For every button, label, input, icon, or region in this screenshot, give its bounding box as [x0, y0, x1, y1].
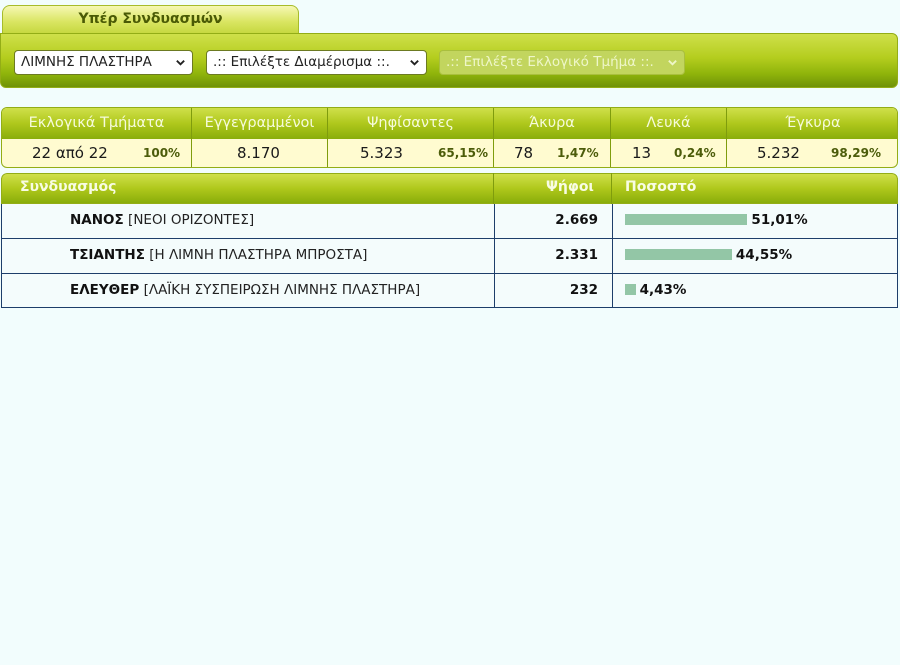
district-select[interactable]: .:: Επιλέξτε Διαμέρισμα ::.	[206, 50, 427, 75]
percent-bar	[625, 214, 748, 225]
party-votes: 2.669	[555, 212, 598, 228]
stats-blank-cell: 13 0,24%	[611, 139, 727, 167]
stats-header-stations: Εκλογικά Τμήματα	[2, 108, 192, 139]
turnout-stats-table: Εκλογικά Τμήματα Εγγεγραμμένοι Ψηφίσαντε…	[1, 107, 898, 168]
tab-party-results[interactable]: Υπέρ Συνδυασμών	[2, 5, 299, 35]
results-header-votes: Ψήφοι	[546, 179, 594, 195]
stats-stations-pct: 100%	[143, 146, 181, 160]
stats-valid-cell: 5.232 98,29%	[727, 139, 897, 167]
table-row: ΕΛΕΥΘΕΡ [ΛΑΪΚΗ ΣΥΣΠΕΙΡΩΣΗ ΛΙΜΝΗΣ ΠΛΑΣΤΗΡ…	[1, 274, 898, 308]
municipality-select[interactable]: ΛΙΜΝΗΣ ΠΛΑΣΤΗΡΑ	[14, 50, 193, 75]
polling-station-select-value: .:: Επιλέξτε Εκλογικό Τμήμα ::.	[446, 54, 654, 70]
party-label: [Η ΛΙΜΝΗ ΠΛΑΣΤΗΡΑ ΜΠΡΟΣΤΑ]	[149, 247, 368, 263]
chevron-down-icon	[410, 60, 419, 66]
stats-blank-value: 13	[632, 144, 652, 162]
party-name: ΕΛΕΥΘΕΡ [ΛΑΪΚΗ ΣΥΣΠΕΙΡΩΣΗ ΛΙΜΝΗΣ ΠΛΑΣΤΗΡ…	[70, 274, 420, 307]
party-name: ΝΑΝΟΣ [ΝΕΟΙ ΟΡΙΖΟΝΤΕΣ]	[70, 204, 254, 237]
results-header-row	[1, 173, 898, 204]
stats-voted-value: 5.323	[360, 144, 403, 162]
party-percent: 44,55%	[735, 247, 793, 263]
polling-station-select[interactable]: .:: Επιλέξτε Εκλογικό Τμήμα ::.	[439, 50, 685, 75]
party-leader: ΝΑΝΟΣ	[70, 212, 124, 228]
party-leader: ΕΛΕΥΘΕΡ	[70, 282, 140, 298]
percent-bar	[625, 284, 636, 295]
stats-header-invalid: Άκυρα	[494, 108, 611, 139]
column-divider	[612, 274, 613, 308]
chevron-down-icon	[176, 60, 185, 66]
results-header-party: Συνδυασμός	[20, 179, 117, 195]
header-divider	[611, 173, 612, 204]
stats-stations-value: 22 από 22	[32, 144, 108, 162]
table-row: ΤΣΙΑΝΤΗΣ [Η ΛΙΜΝΗ ΠΛΑΣΤΗΡΑ ΜΠΡΟΣΤΑ] 2.33…	[1, 239, 898, 274]
district-select-value: .:: Επιλέξτε Διαμέρισμα ::.	[213, 54, 390, 70]
party-votes: 232	[569, 282, 598, 298]
party-leader: ΤΣΙΑΝΤΗΣ	[70, 247, 145, 263]
stats-registered-value: 8.170	[237, 144, 280, 162]
party-results-table: Συνδυασμός Ψήφοι Ποσοστό ΝΑΝΟΣ [ΝΕΟΙ ΟΡΙ…	[1, 173, 898, 308]
chevron-down-icon	[668, 60, 677, 66]
stats-header-blank: Λευκά	[611, 108, 727, 139]
municipality-select-value: ΛΙΜΝΗΣ ΠΛΑΣΤΗΡΑ	[21, 54, 152, 70]
stats-voted-pct: 65,15%	[438, 146, 488, 160]
party-votes: 2.331	[555, 247, 598, 263]
stats-valid-value: 5.232	[757, 144, 800, 162]
stats-invalid-value: 78	[514, 144, 534, 162]
party-percent: 4,43%	[639, 282, 687, 298]
column-divider	[612, 239, 613, 273]
stats-invalid-pct: 1,47%	[557, 146, 599, 160]
stats-header-valid: Έγκυρα	[785, 115, 841, 131]
table-row: ΝΑΝΟΣ [ΝΕΟΙ ΟΡΙΖΟΝΤΕΣ] 2.669 51,01%	[1, 204, 898, 239]
stats-valid-pct: 98,29%	[831, 146, 881, 160]
percent-bar	[625, 249, 732, 260]
stats-registered-cell: 8.170	[192, 139, 328, 167]
stats-stations-cell: 22 από 22 100%	[2, 139, 192, 167]
results-header-percent: Ποσοστό	[625, 179, 697, 195]
stats-invalid-cell: 78 1,47%	[494, 139, 611, 167]
column-divider	[612, 204, 613, 238]
stats-header-registered: Εγγεγραμμένοι	[192, 108, 328, 139]
party-name: ΤΣΙΑΝΤΗΣ [Η ΛΙΜΝΗ ΠΛΑΣΤΗΡΑ ΜΠΡΟΣΤΑ]	[70, 239, 367, 272]
header-divider	[493, 173, 494, 204]
stats-header-voted: Ψηφίσαντες	[328, 108, 494, 139]
party-label: [ΝΕΟΙ ΟΡΙΖΟΝΤΕΣ]	[128, 212, 255, 228]
stats-voted-cell: 5.323 65,15%	[328, 139, 494, 167]
party-percent: 51,01%	[751, 212, 808, 228]
stats-blank-pct: 0,24%	[674, 146, 716, 160]
party-label: [ΛΑΪΚΗ ΣΥΣΠΕΙΡΩΣΗ ΛΙΜΝΗΣ ΠΛΑΣΤΗΡΑ]	[143, 282, 421, 298]
